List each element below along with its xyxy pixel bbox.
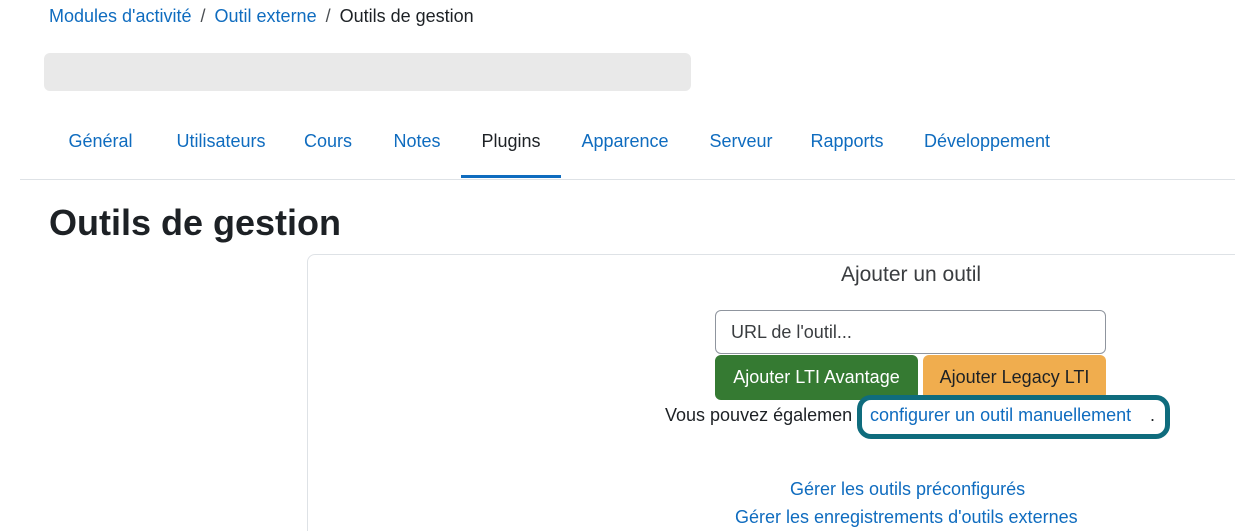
breadcrumb: Modules d'activité / Outil externe / Outils … xyxy=(49,4,474,28)
add-tool-title: Ajouter un outil xyxy=(840,263,982,286)
tab-courses[interactable]: Cours xyxy=(295,104,361,178)
page: Modules d'activité / Outil externe / Outils … xyxy=(0,0,1235,531)
manage-preconfigured-tools-link[interactable]: Gérer les outils préconfigurés xyxy=(790,477,1025,501)
tab-appearance[interactable]: Apparence xyxy=(571,104,679,178)
admin-tabs: Général Utilisateurs Cours Notes Plugins… xyxy=(20,104,1235,180)
add-lti-advantage-button[interactable]: Ajouter LTI Avantage xyxy=(715,355,918,400)
manual-config-period: . xyxy=(1150,405,1156,425)
breadcrumb-item-external-tool[interactable]: Outil externe xyxy=(215,6,317,26)
add-legacy-lti-button[interactable]: Ajouter Legacy LTI xyxy=(923,355,1106,400)
breadcrumb-separator: / xyxy=(325,6,331,26)
tab-reports[interactable]: Rapports xyxy=(803,104,891,178)
tab-server[interactable]: Serveur xyxy=(700,104,782,178)
tool-url-input[interactable] xyxy=(715,310,1106,354)
page-title: Outils de gestion xyxy=(49,202,342,243)
redacted-bar xyxy=(44,53,691,91)
configure-tool-manually-link[interactable]: configurer un outil manuellement xyxy=(870,403,1131,427)
breadcrumb-current: Outils de gestion xyxy=(339,6,474,26)
manual-config-text: Vous pouvez égalemen xyxy=(665,405,853,425)
tab-general[interactable]: Général xyxy=(49,104,152,178)
tab-development[interactable]: Développement xyxy=(917,104,1057,178)
tab-grades[interactable]: Notes xyxy=(381,104,453,178)
tab-plugins[interactable]: Plugins xyxy=(461,104,561,178)
breadcrumb-item-activity-modules[interactable]: Modules d'activité xyxy=(49,6,192,26)
breadcrumb-separator: / xyxy=(200,6,206,26)
tab-users[interactable]: Utilisateurs xyxy=(162,104,280,178)
manage-tool-registrations-link[interactable]: Gérer les enregistrements d'outils exter… xyxy=(735,505,1078,529)
